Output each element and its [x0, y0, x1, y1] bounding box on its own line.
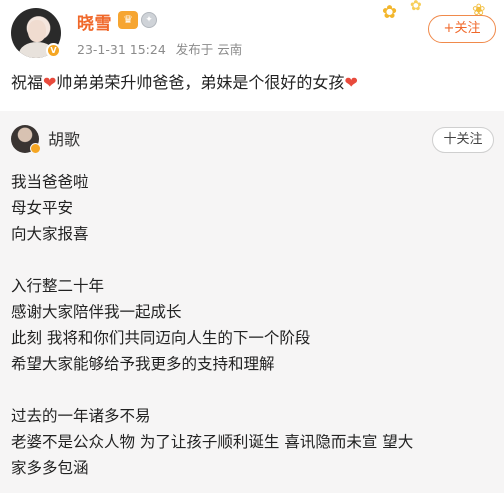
verified-badge-icon — [30, 143, 41, 154]
repost-line: 入行整二十年 — [11, 277, 105, 295]
repost-line: 母女平安 — [11, 199, 74, 217]
reposted-card[interactable]: 胡歌 十关注 我当爸爸啦母女平安向大家报喜入行整二十年感谢大家陪伴我一起成长此刻… — [0, 111, 504, 493]
flower-icon: ✿ — [382, 2, 398, 23]
repost-follow-button[interactable]: 十关注 — [432, 127, 494, 153]
repost-line: 向大家报喜 — [11, 225, 89, 243]
post-text: 祝福❤帅弟弟荣升帅爸爸，弟妹是个很好的女孩❤ — [11, 71, 501, 95]
follow-button[interactable]: +关注 — [428, 15, 496, 43]
repost-line: 此刻 我将和你们共同迈向人生的下一个阶段 — [11, 329, 311, 347]
post-date: 23-1-31 15:24 — [77, 42, 166, 57]
post-meta: 23-1-31 15:24 发布于 云南 — [77, 39, 248, 58]
repost-line: 家多多包涵 — [11, 459, 89, 477]
repost-author-name[interactable]: 胡歌 — [48, 126, 80, 150]
avatar-face — [28, 20, 46, 42]
flower-icon: ✿ — [410, 0, 422, 14]
repost-line: 老婆不是公众人物 为了让孩子顺利诞生 喜讯隐而未宣 望大 — [11, 433, 414, 451]
repost-line: 感谢大家陪伴我一起成长 — [11, 303, 182, 321]
post-text-part: 帅弟弟荣升帅爸爸，弟妹是个很好的女孩 — [56, 73, 345, 92]
crown-icon: ♛ — [118, 11, 138, 29]
post-location: 发布于 云南 — [175, 42, 243, 57]
repost-line: 希望大家能够给予我更多的支持和理解 — [11, 355, 275, 373]
post-text-part: 祝福 — [11, 73, 44, 92]
medal-icon: ✦ — [141, 12, 157, 28]
verified-badge-icon: V — [46, 43, 61, 58]
heart-icon: ❤ — [43, 73, 57, 92]
heart-icon: ❤ — [344, 73, 358, 92]
repost-text: 我当爸爸啦母女平安向大家报喜入行整二十年感谢大家陪伴我一起成长此刻 我将和你们共… — [11, 169, 501, 481]
author-name[interactable]: 晓雪 — [77, 9, 112, 34]
repost-line: 过去的一年诸多不易 — [11, 407, 151, 425]
weibo-post: V 晓雪 ♛ ✦ 23-1-31 15:24 发布于 云南 ✿ ✿ ❀ +关注 … — [0, 0, 504, 493]
repost-line: 我当爸爸啦 — [11, 173, 89, 191]
